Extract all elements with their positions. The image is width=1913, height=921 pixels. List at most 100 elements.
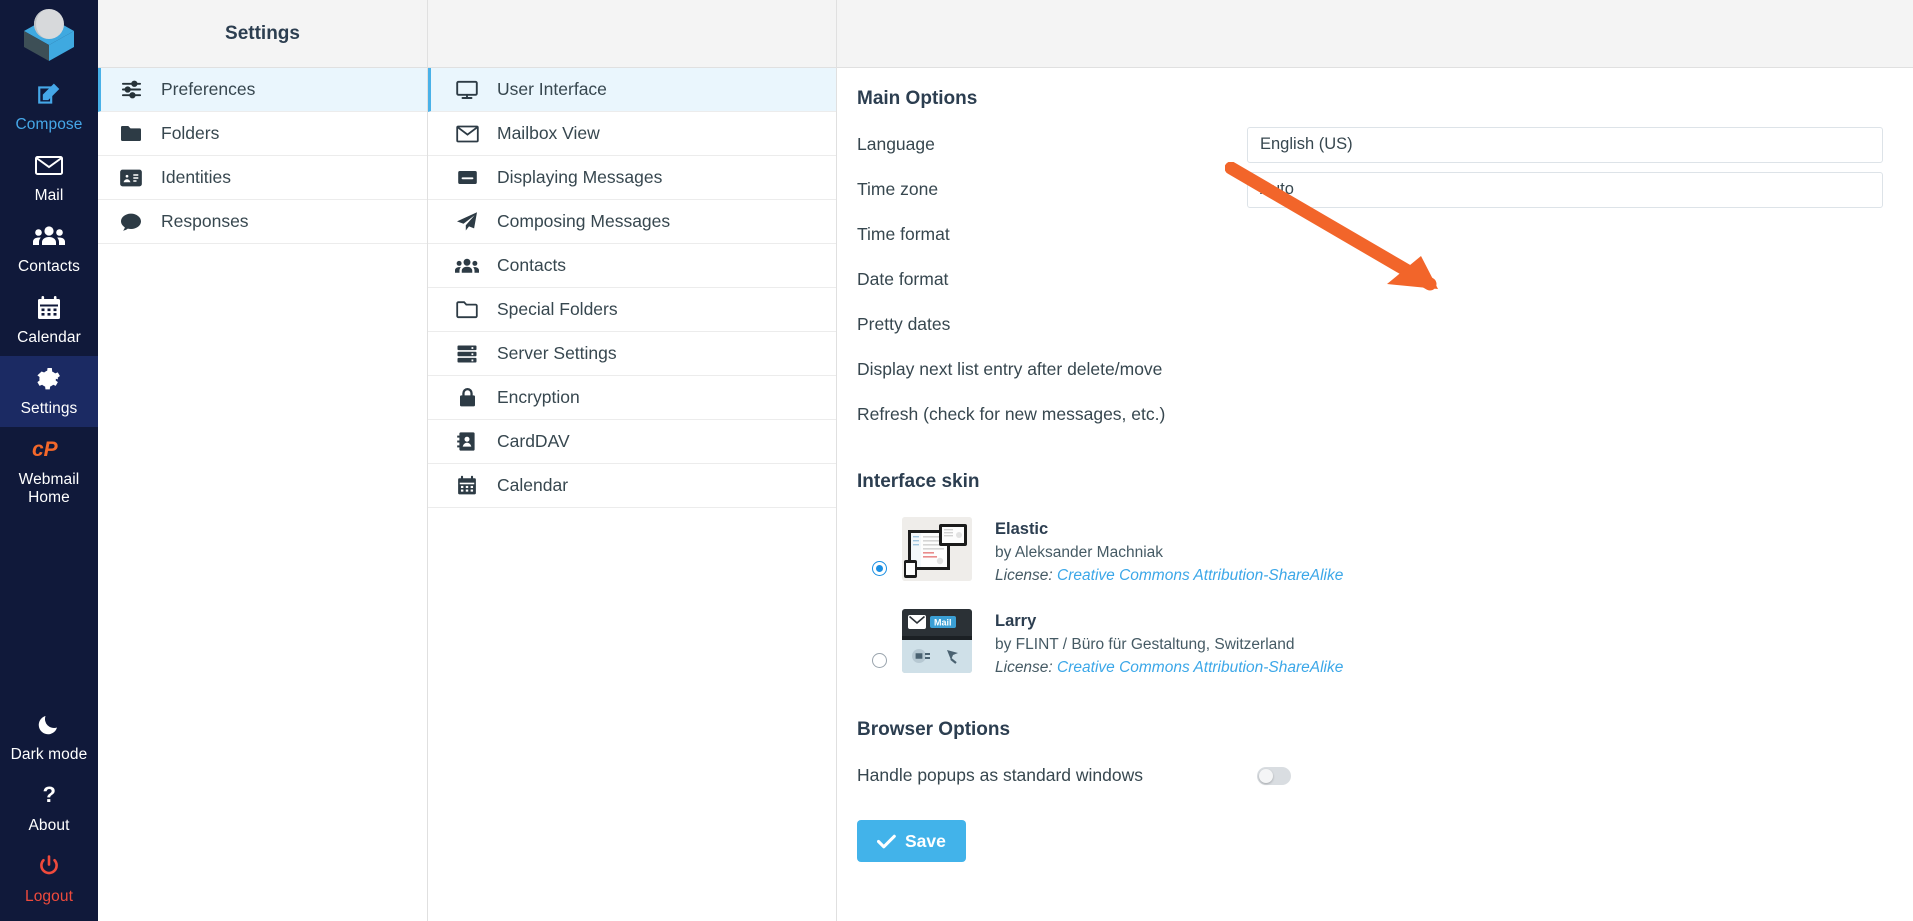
taskbar-item-logout[interactable]: Logout bbox=[0, 844, 98, 915]
address-book-icon bbox=[454, 431, 480, 452]
section-label-mailbox-view: Mailbox View bbox=[497, 123, 600, 143]
section-label-special-folders: Special Folders bbox=[497, 299, 618, 319]
content-pane: Main Options Language English (US) Time … bbox=[837, 0, 1913, 921]
section-label-displaying-messages: Displaying Messages bbox=[497, 167, 663, 187]
interface-skin-title: Interface skin bbox=[857, 471, 980, 492]
main-options-fieldset: Language English (US) Time zone Auto Tim… bbox=[837, 122, 1913, 437]
skin-option-larry[interactable]: Mail Larry by FLINT / Büro für Gestaltun… bbox=[837, 597, 1913, 689]
larry-skin-author: by FLINT / Büro für Gestaltung, Switzerl… bbox=[995, 636, 1295, 653]
handle-popups-toggle[interactable] bbox=[1257, 766, 1291, 785]
sidebar-item-responses[interactable]: Responses bbox=[98, 200, 427, 244]
taskbar-item-compose[interactable]: Compose bbox=[0, 72, 98, 143]
taskbar-item-about[interactable]: ? About bbox=[0, 773, 98, 844]
sidebar-item-folders[interactable]: Folders bbox=[98, 112, 427, 156]
app-logo[interactable] bbox=[0, 0, 98, 72]
label-handle-popups: Handle popups as standard windows bbox=[857, 765, 1144, 785]
main-options-title: Main Options bbox=[857, 88, 978, 109]
section-item-calendar[interactable]: Calendar bbox=[428, 464, 836, 508]
content-body: Main Options Language English (US) Time … bbox=[837, 68, 1913, 862]
larry-license-label: License: bbox=[995, 659, 1053, 676]
sidebar-label-preferences: Preferences bbox=[161, 79, 256, 99]
skin-radio-elastic-wrap bbox=[857, 517, 902, 576]
section-item-carddav[interactable]: CardDAV bbox=[428, 420, 836, 464]
form-row-date-format: Date format bbox=[837, 257, 1913, 302]
control-language: English (US) bbox=[1247, 126, 1913, 163]
svg-text:Mail: Mail bbox=[934, 618, 952, 628]
folder-filled-icon bbox=[118, 124, 144, 143]
section-label-server-settings: Server Settings bbox=[497, 343, 617, 363]
elastic-license-link[interactable]: Creative Commons Attribution-ShareAlike bbox=[1057, 567, 1343, 584]
taskbar-item-webmail-home[interactable]: cP Webmail Home bbox=[0, 427, 98, 516]
content-header bbox=[837, 0, 1913, 68]
compose-icon bbox=[0, 82, 98, 112]
monitor-icon bbox=[454, 80, 480, 100]
time-zone-select-value: Auto bbox=[1260, 180, 1294, 198]
save-button[interactable]: Save bbox=[857, 820, 966, 862]
taskbar-item-dark-mode[interactable]: Dark mode bbox=[0, 702, 98, 773]
question-icon: ? bbox=[0, 783, 98, 813]
section-label-contacts: Contacts bbox=[497, 255, 567, 275]
taskbar-item-calendar[interactable]: Calendar bbox=[0, 285, 98, 356]
elastic-skin-author: by Aleksander Machniak bbox=[995, 544, 1164, 561]
section-item-encryption[interactable]: Encryption bbox=[428, 376, 836, 420]
label-language: Language bbox=[857, 134, 935, 154]
language-select[interactable]: English (US) bbox=[1247, 126, 1883, 163]
label-pretty-dates: Pretty dates bbox=[857, 314, 951, 334]
taskbar-label-calendar: Calendar bbox=[17, 329, 81, 346]
skin-option-elastic[interactable]: Elastic by Aleksander Machniak License: … bbox=[837, 505, 1913, 597]
taskbar-label-logout: Logout bbox=[24, 888, 73, 905]
taskbar-label-settings: Settings bbox=[20, 400, 78, 417]
sidebar-label-responses: Responses bbox=[161, 211, 249, 231]
id-card-icon bbox=[118, 169, 144, 187]
moon-icon bbox=[0, 712, 98, 742]
envelope-icon bbox=[454, 125, 480, 143]
control-time-zone: Auto bbox=[1247, 171, 1913, 208]
section-label-user-interface: User Interface bbox=[497, 79, 607, 99]
skin-radio-larry[interactable] bbox=[872, 653, 887, 668]
section-label-composing-messages: Composing Messages bbox=[497, 211, 671, 231]
chat-bubble-icon bbox=[118, 212, 144, 232]
larry-skin-license: License: Creative Commons Attribution-Sh… bbox=[995, 659, 1913, 677]
larry-license-link[interactable]: Creative Commons Attribution-ShareAlike bbox=[1057, 659, 1343, 676]
label-time-zone: Time zone bbox=[857, 179, 939, 199]
elastic-skin-name: Elastic bbox=[995, 520, 1049, 538]
taskbar-label-contacts: Contacts bbox=[18, 258, 80, 275]
roundcube-settings-page: Compose Mail Contacts Calendar Settings … bbox=[0, 0, 1913, 921]
taskbar-item-contacts[interactable]: Contacts bbox=[0, 214, 98, 285]
taskbar-label-dark-mode: Dark mode bbox=[10, 746, 88, 763]
svg-text:cP: cP bbox=[32, 438, 59, 461]
section-item-mailbox-view[interactable]: Mailbox View bbox=[428, 112, 836, 156]
elastic-skin-thumbnail bbox=[902, 517, 972, 581]
taskbar-item-settings[interactable]: Settings bbox=[0, 356, 98, 427]
elastic-skin-meta: Elastic by Aleksander Machniak License: … bbox=[995, 517, 1913, 585]
taskbar-label-webmail-home: Webmail Home bbox=[18, 471, 80, 506]
mail-icon bbox=[0, 153, 98, 183]
section-item-displaying-messages[interactable]: Displaying Messages bbox=[428, 156, 836, 200]
sidebar-item-identities[interactable]: Identities bbox=[98, 156, 427, 200]
section-item-user-interface[interactable]: User Interface bbox=[428, 68, 836, 112]
taskbar-label-about: About bbox=[28, 817, 70, 834]
form-row-time-format: Time format bbox=[837, 212, 1913, 257]
larry-skin-name: Larry bbox=[995, 612, 1037, 630]
elastic-license-label: License: bbox=[995, 567, 1053, 584]
folder-outline-icon bbox=[454, 300, 480, 319]
taskbar: Compose Mail Contacts Calendar Settings … bbox=[0, 0, 98, 921]
section-item-server-settings[interactable]: Server Settings bbox=[428, 332, 836, 376]
section-item-contacts[interactable]: Contacts bbox=[428, 244, 836, 288]
taskbar-item-mail[interactable]: Mail bbox=[0, 143, 98, 214]
taskbar-bottom-group: Dark mode ? About Logout bbox=[0, 702, 98, 915]
taskbar-label-compose: Compose bbox=[15, 116, 83, 133]
browser-options-title: Browser Options bbox=[857, 719, 1011, 740]
sidebar-item-preferences[interactable]: Preferences bbox=[98, 68, 427, 112]
paper-plane-icon bbox=[454, 211, 480, 232]
skin-radio-larry-wrap bbox=[857, 609, 902, 668]
check-icon bbox=[877, 834, 896, 848]
section-item-special-folders[interactable]: Special Folders bbox=[428, 288, 836, 332]
elastic-skin-license: License: Creative Commons Attribution-Sh… bbox=[995, 567, 1913, 585]
gear-icon bbox=[0, 366, 98, 396]
time-zone-select[interactable]: Auto bbox=[1247, 171, 1883, 208]
skin-radio-elastic[interactable] bbox=[872, 561, 887, 576]
settings-column-header: Settings bbox=[98, 0, 427, 68]
section-item-composing-messages[interactable]: Composing Messages bbox=[428, 200, 836, 244]
language-select-value: English (US) bbox=[1260, 135, 1353, 153]
